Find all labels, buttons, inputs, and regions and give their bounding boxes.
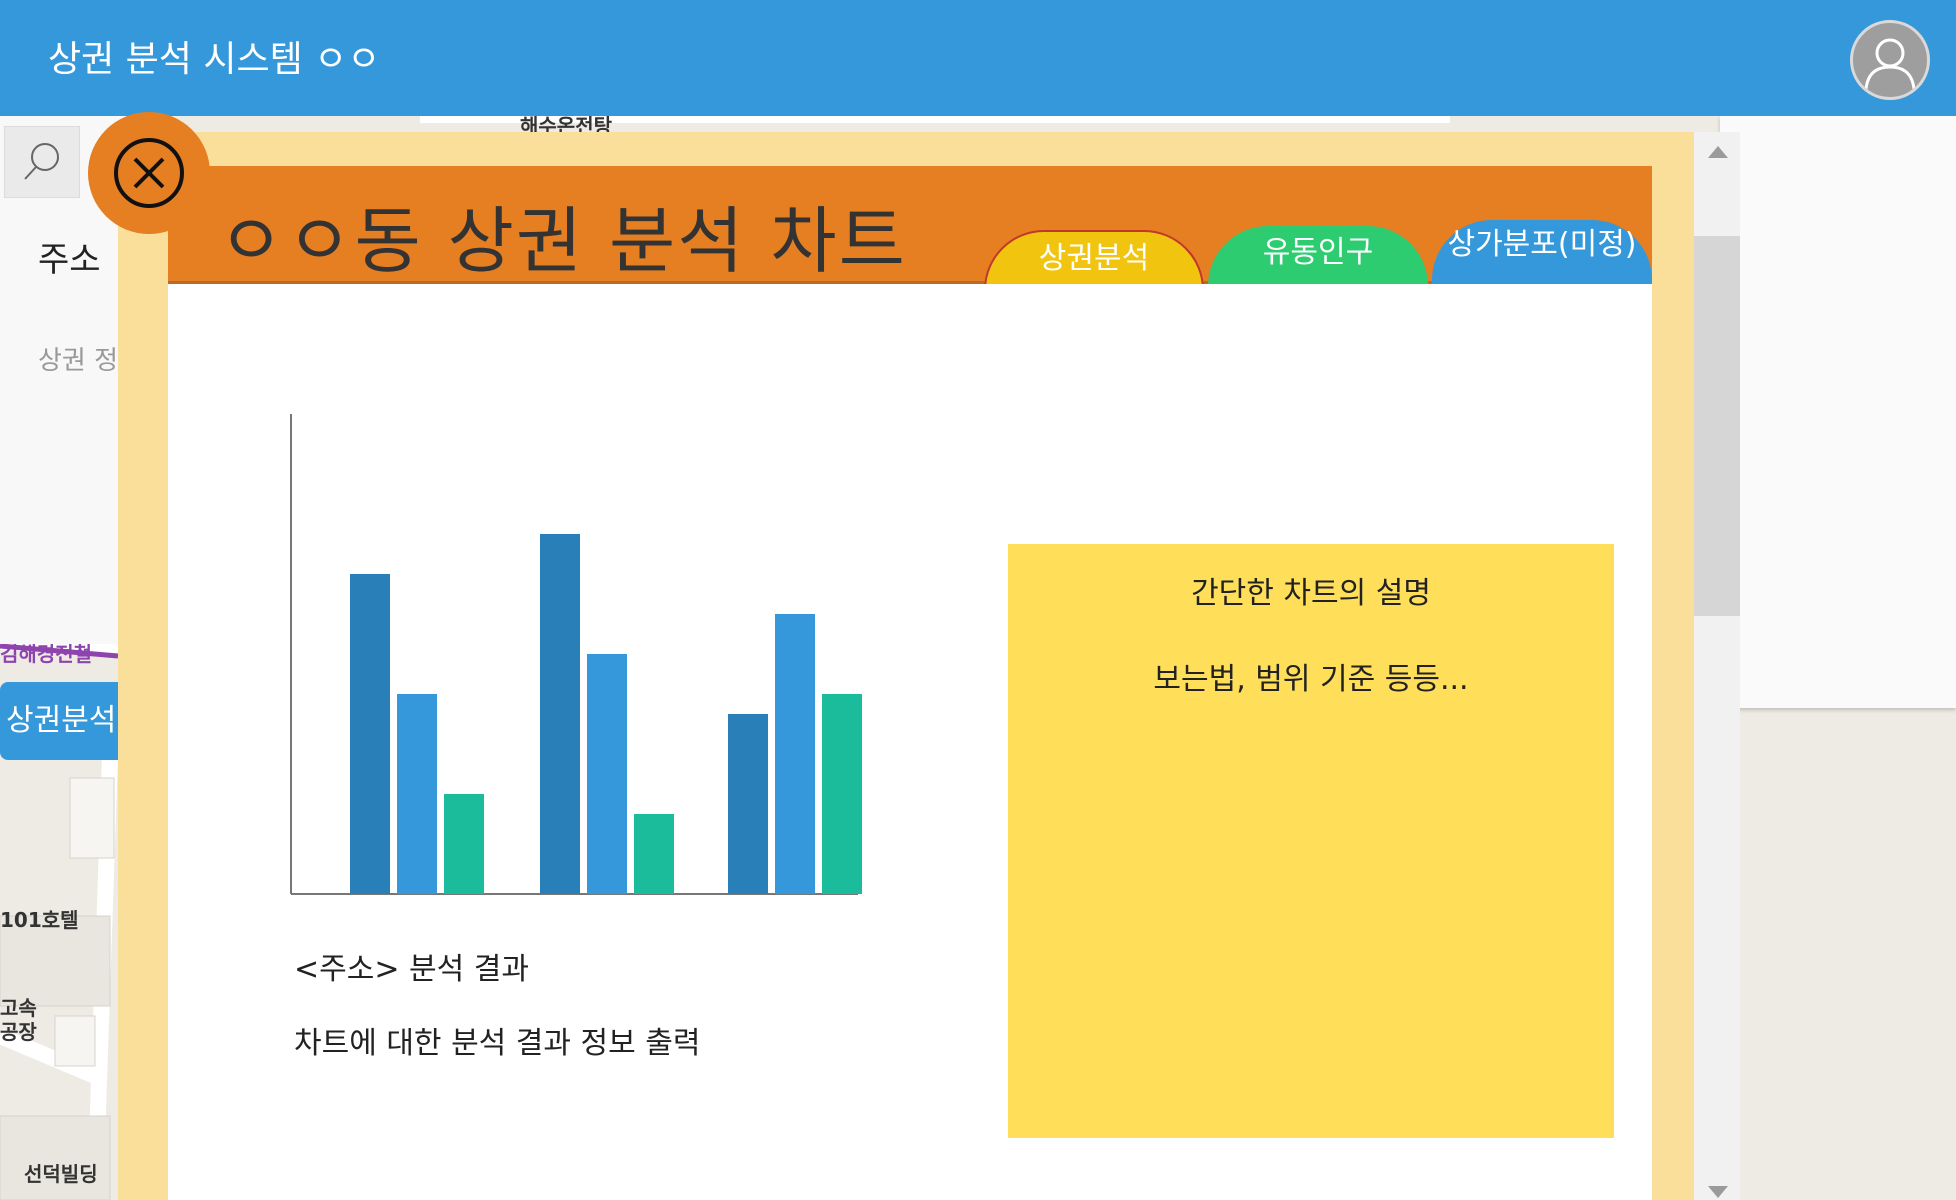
right-panel — [1720, 116, 1956, 708]
search-icon — [24, 143, 59, 180]
tab-store-distribution[interactable]: 상가분포(미정) — [1432, 220, 1652, 288]
chart-bar — [775, 614, 815, 894]
scroll-up-arrow-icon[interactable] — [1708, 146, 1728, 158]
map-label: 공장 — [0, 1020, 37, 1044]
modal-content: <주소> 분석 결과 차트에 대한 분석 결과 정보 출력 간단한 차트의 설명… — [168, 284, 1652, 1200]
bar-chart — [290, 414, 862, 895]
scrollbar[interactable] — [1694, 132, 1740, 1200]
search-button[interactable] — [4, 126, 80, 198]
map-label: 101호텔 — [0, 908, 79, 932]
description-title: 간단한 차트의 설명 — [1191, 576, 1431, 611]
result-title: <주소> 분석 결과 — [294, 952, 529, 987]
info-label: 상권 정 — [38, 346, 119, 376]
app-title: 상권 분석 시스템 ㅇㅇ — [48, 39, 381, 80]
chart-bar — [444, 794, 484, 894]
chart-bar — [634, 814, 674, 894]
chart-bar — [540, 534, 580, 894]
top-bar: 상권 분석 시스템 ㅇㅇ — [0, 0, 1956, 116]
tab-floating-population[interactable]: 유동인구 — [1208, 226, 1428, 288]
close-button[interactable] — [88, 112, 210, 234]
map-label: 선덕빌딩 — [24, 1162, 98, 1186]
chart-bar — [822, 694, 862, 894]
tab-commercial-analysis[interactable]: 상권분석 — [984, 230, 1204, 290]
chart-description-box: 간단한 차트의 설명 보는법, 범위 기준 등등... — [1008, 544, 1614, 1138]
chart-bar — [728, 714, 768, 894]
modal-title: ㅇㅇ동 상권 분석 차트 — [218, 199, 907, 283]
chart-modal: ㅇㅇ동 상권 분석 차트 상권분석 유동인구 상가분포(미정) <주소> 분석 … — [118, 132, 1694, 1200]
chart-bar — [587, 654, 627, 894]
scroll-thumb[interactable] — [1694, 236, 1740, 616]
close-icon — [114, 138, 184, 208]
chart-bar — [350, 574, 390, 894]
chart-bar — [397, 694, 437, 894]
description-text: 보는법, 범위 기준 등등... — [1153, 662, 1469, 697]
scroll-down-arrow-icon[interactable] — [1708, 1186, 1728, 1198]
user-icon[interactable] — [1850, 20, 1930, 100]
result-description: 차트에 대한 분석 결과 정보 출력 — [294, 1026, 701, 1061]
address-label: 주소 — [38, 240, 101, 280]
modal-header: ㅇㅇ동 상권 분석 차트 상권분석 유동인구 상가분포(미정) — [168, 166, 1652, 290]
